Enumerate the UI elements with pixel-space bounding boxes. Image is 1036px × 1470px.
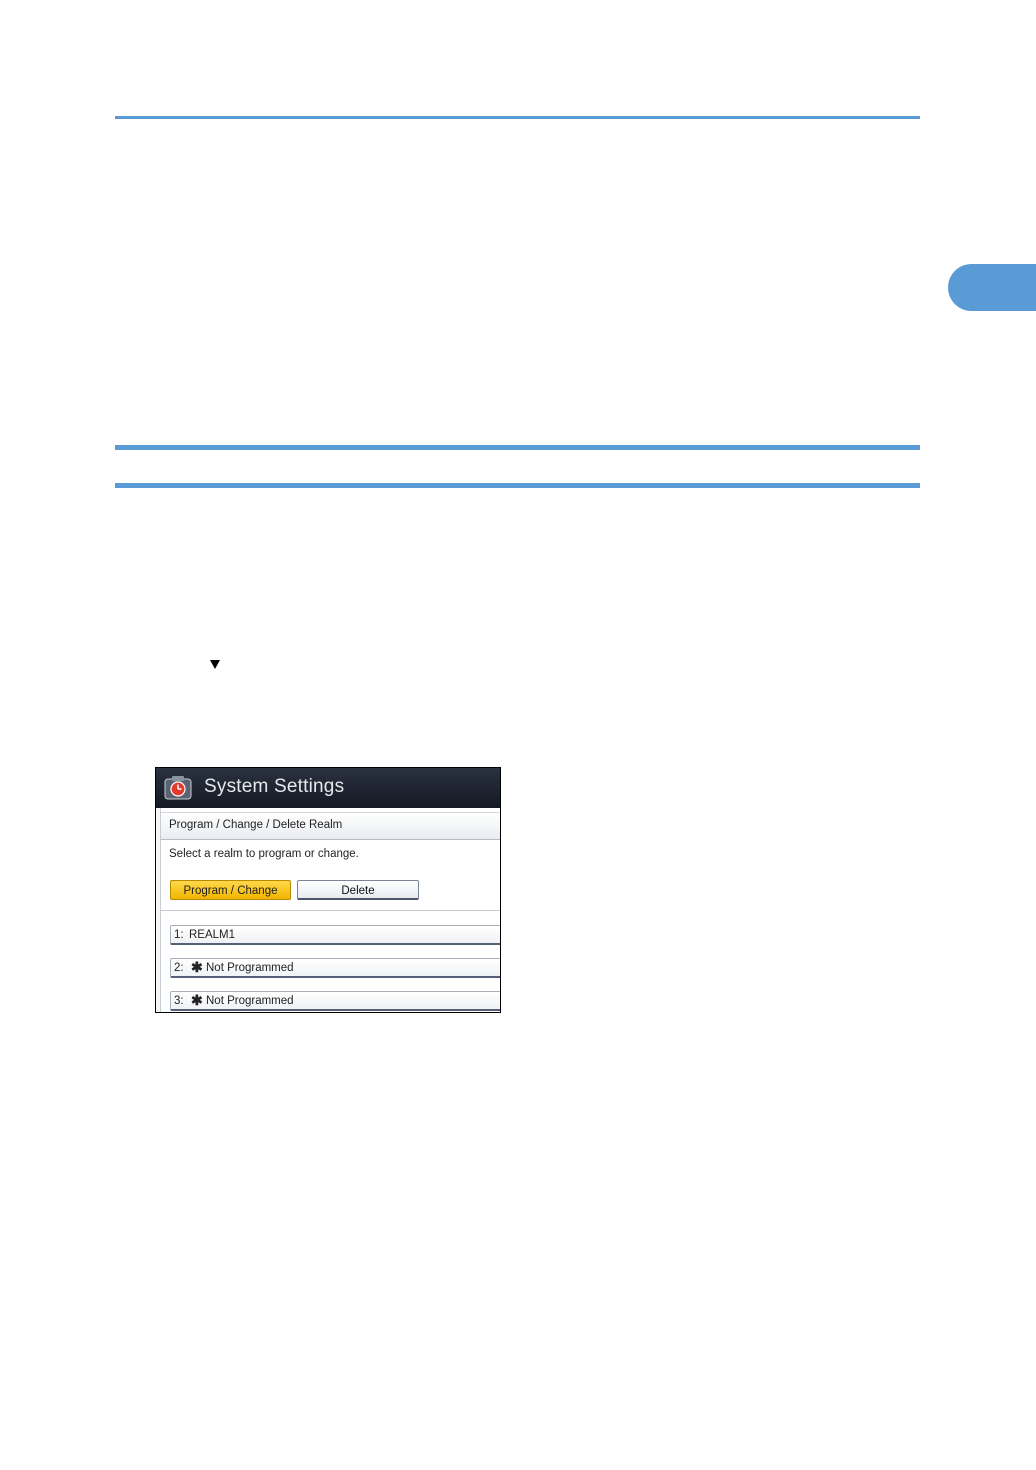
- realm-row-2[interactable]: 2: ✱ Not Programmed: [170, 958, 500, 978]
- realm-number: 1:: [174, 929, 184, 941]
- down-arrow-icon: [210, 660, 220, 669]
- app-header: System Settings: [156, 768, 500, 808]
- realm-number: 3:: [174, 995, 184, 1007]
- not-programmed-star-icon: ✱: [191, 959, 203, 975]
- realm-panel: Program / Change / Delete Realm Select a…: [160, 808, 500, 1012]
- realm-name: REALM1: [189, 929, 236, 941]
- breadcrumb-text: Program / Change / Delete Realm: [169, 819, 343, 831]
- section-rule-top: [115, 445, 920, 450]
- app-title: System Settings: [204, 776, 345, 797]
- screenshot-system-settings: System Settings Program / Change / Delet…: [155, 767, 501, 1013]
- delete-button[interactable]: Delete: [297, 880, 419, 900]
- section-rule-bottom: [115, 483, 920, 488]
- realm-name: Not Programmed: [206, 962, 294, 974]
- realm-row-3[interactable]: 3: ✱ Not Programmed: [170, 991, 500, 1011]
- not-programmed-star-icon: ✱: [191, 992, 203, 1008]
- program-change-button[interactable]: Program / Change: [170, 880, 291, 900]
- realm-name: Not Programmed: [206, 995, 294, 1007]
- chapter-tab: [948, 264, 1036, 311]
- system-settings-icon: [164, 776, 192, 800]
- breadcrumb: Program / Change / Delete Realm: [161, 812, 500, 840]
- top-rule: [115, 116, 920, 119]
- realm-row-1[interactable]: 1: REALM1: [170, 925, 500, 945]
- instruction-text: Select a realm to program or change.: [169, 848, 359, 860]
- realm-number: 2:: [174, 962, 184, 974]
- divider: [161, 910, 500, 911]
